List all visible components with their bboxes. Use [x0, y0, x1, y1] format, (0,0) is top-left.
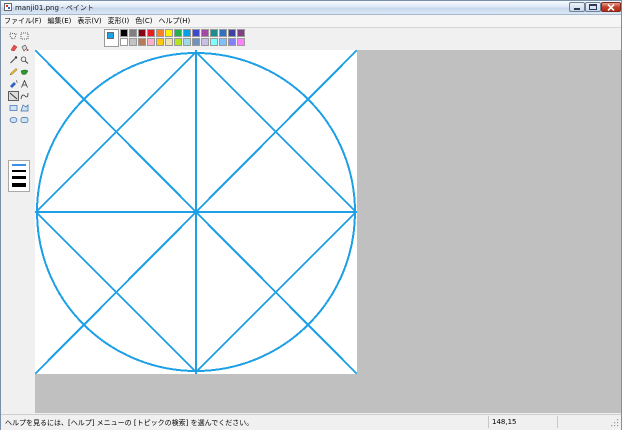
close-icon	[607, 3, 615, 11]
rounded-rect-icon	[20, 117, 29, 123]
drawing-image	[34, 49, 358, 375]
brush-tool[interactable]	[19, 67, 30, 77]
palette-swatch[interactable]	[219, 29, 227, 37]
paint-bucket-icon	[21, 44, 29, 52]
close-button[interactable]	[601, 2, 621, 12]
palette-swatch[interactable]	[192, 38, 200, 46]
line-icon	[9, 92, 18, 100]
paint-window: manji01.png - ペイント ファイル(F) 編集(E) 表示(V) 変…	[0, 0, 622, 430]
color-palette	[104, 29, 245, 47]
toolbox	[3, 29, 33, 413]
line-width-3[interactable]	[12, 176, 26, 179]
curve-icon	[20, 92, 29, 100]
palette-swatch[interactable]	[201, 29, 209, 37]
minimize-icon	[574, 8, 580, 10]
status-bar: ヘルプを見るには、[ヘルプ] メニューの [トピックの検索] を選んでください。…	[1, 414, 621, 430]
free-select-icon	[9, 32, 17, 40]
palette-swatches	[120, 29, 245, 46]
paint-app-icon	[4, 3, 12, 11]
palette-swatch[interactable]	[237, 38, 245, 46]
rect-select-icon	[20, 32, 29, 40]
palette-swatch[interactable]	[174, 38, 182, 46]
text-icon	[21, 80, 28, 88]
ellipse-icon	[9, 117, 18, 123]
line-width-1[interactable]	[12, 164, 26, 166]
palette-swatch[interactable]	[147, 29, 155, 37]
curve-tool[interactable]	[19, 91, 30, 101]
palette-swatch[interactable]	[237, 29, 245, 37]
airbrush-icon	[10, 80, 18, 88]
palette-swatch[interactable]	[138, 29, 146, 37]
minimize-button[interactable]	[569, 2, 585, 12]
text-tool[interactable]	[19, 79, 30, 89]
magnifier-icon	[20, 56, 29, 64]
ellipse-tool[interactable]	[8, 115, 19, 125]
current-colors	[104, 29, 119, 47]
menu-edit[interactable]: 編集(E)	[45, 15, 75, 27]
pencil-tool[interactable]	[8, 67, 19, 77]
menu-bar: ファイル(F) 編集(E) 表示(V) 変形(I) 色(C) ヘルプ(H)	[1, 15, 621, 28]
palette-swatch[interactable]	[183, 29, 191, 37]
palette-swatch[interactable]	[129, 29, 137, 37]
line-width-4[interactable]	[12, 183, 26, 187]
eyedropper-icon	[10, 56, 18, 64]
palette-swatch[interactable]	[228, 29, 236, 37]
eraser-tool[interactable]	[8, 43, 19, 53]
canvas-workspace	[34, 49, 621, 413]
free-select-tool[interactable]	[8, 31, 19, 41]
palette-swatch[interactable]	[174, 29, 182, 37]
line-width-2[interactable]	[12, 170, 26, 172]
palette-swatch[interactable]	[138, 38, 146, 46]
palette-swatch[interactable]	[210, 29, 218, 37]
status-help-text: ヘルプを見るには、[ヘルプ] メニューの [トピックの検索] を選んでください。	[5, 419, 254, 427]
line-width-selector	[8, 160, 30, 192]
palette-swatch[interactable]	[210, 38, 218, 46]
palette-swatch[interactable]	[165, 29, 173, 37]
menu-view[interactable]: 表示(V)	[74, 15, 104, 27]
brush-icon	[20, 69, 29, 75]
palette-swatch[interactable]	[147, 38, 155, 46]
maximize-button[interactable]	[585, 2, 601, 12]
menu-help[interactable]: ヘルプ(H)	[156, 15, 194, 27]
palette-swatch[interactable]	[201, 38, 209, 46]
window-title: manji01.png - ペイント	[15, 4, 94, 12]
cursor-coordinates: 148,15	[492, 418, 517, 426]
airbrush-tool[interactable]	[8, 79, 19, 89]
foreground-color[interactable]	[107, 32, 114, 39]
status-separator	[488, 416, 489, 428]
palette-swatch[interactable]	[156, 38, 164, 46]
pencil-icon	[9, 68, 18, 76]
palette-swatch[interactable]	[219, 38, 227, 46]
fill-tool[interactable]	[19, 43, 30, 53]
palette-swatch[interactable]	[120, 38, 128, 46]
polygon-tool[interactable]	[19, 103, 30, 113]
palette-swatch[interactable]	[228, 38, 236, 46]
menu-file[interactable]: ファイル(F)	[1, 15, 45, 27]
menu-colors[interactable]: 色(C)	[132, 15, 155, 27]
palette-swatch[interactable]	[129, 38, 137, 46]
polygon-icon	[20, 104, 29, 112]
rect-select-tool[interactable]	[19, 31, 30, 41]
drawing-canvas[interactable]	[34, 49, 358, 375]
palette-swatch[interactable]	[165, 38, 173, 46]
rectangle-icon	[9, 105, 18, 111]
resize-grip-icon[interactable]	[611, 419, 619, 427]
status-separator	[557, 416, 558, 428]
line-tool[interactable]	[8, 91, 19, 101]
eraser-icon	[10, 44, 18, 52]
palette-swatch[interactable]	[183, 38, 191, 46]
title-bar[interactable]: manji01.png - ペイント	[1, 1, 621, 15]
maximize-icon	[589, 4, 597, 10]
palette-swatch[interactable]	[156, 29, 164, 37]
menu-image[interactable]: 変形(I)	[105, 15, 133, 27]
rectangle-tool[interactable]	[8, 103, 19, 113]
color-picker-tool[interactable]	[8, 55, 19, 65]
palette-swatch[interactable]	[120, 29, 128, 37]
magnifier-tool[interactable]	[19, 55, 30, 65]
palette-swatch[interactable]	[192, 29, 200, 37]
rounded-rect-tool[interactable]	[19, 115, 30, 125]
